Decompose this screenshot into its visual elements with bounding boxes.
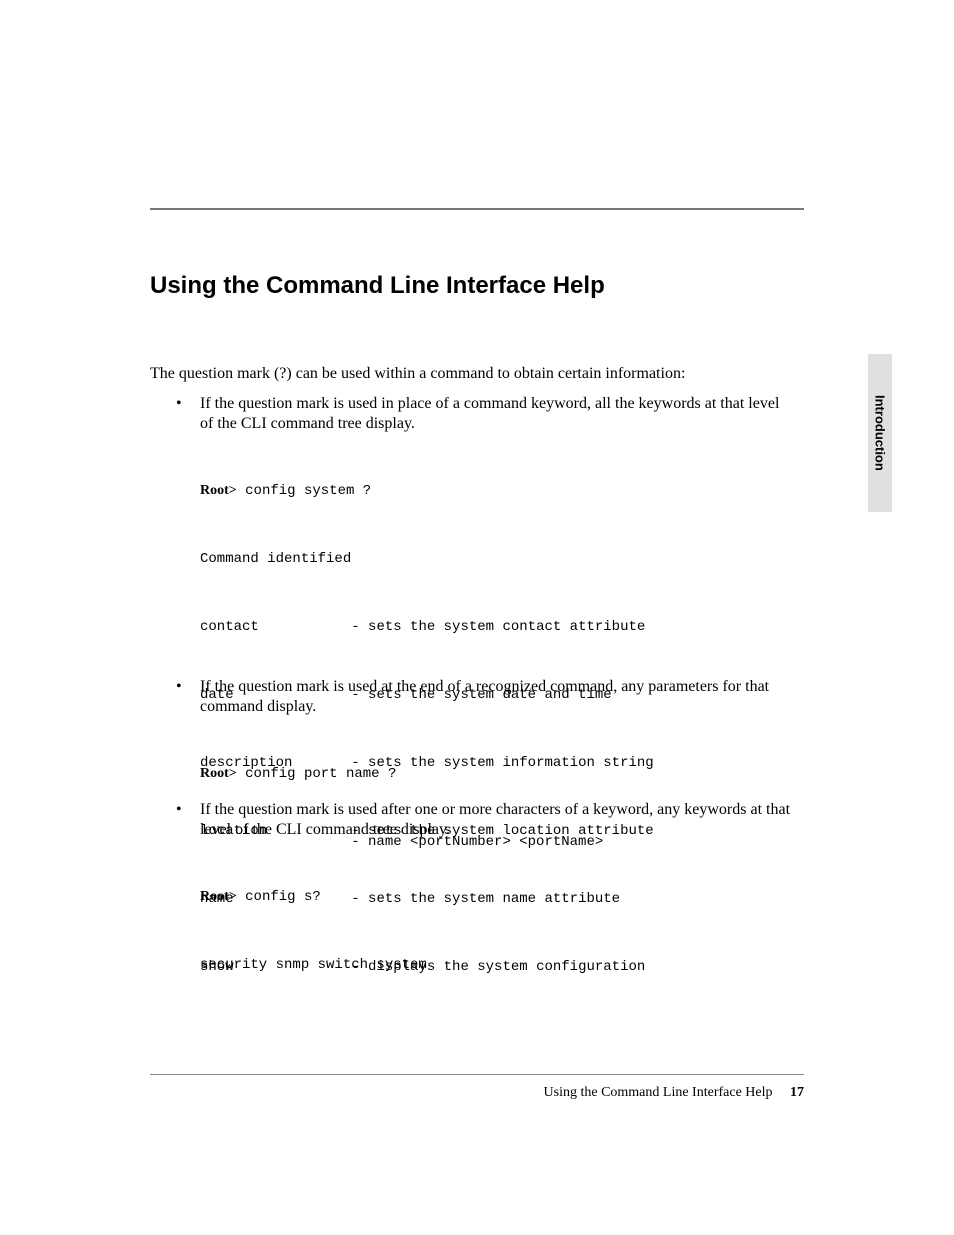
document-page: Using the Command Line Interface Help Th…	[0, 0, 954, 1235]
page-number: 17	[790, 1085, 804, 1100]
code-block-3: Root> config s? security snmp switch sys…	[200, 854, 794, 1008]
bullet-2-text: If the question mark is used at the end …	[200, 677, 794, 717]
section-tab: Introduction	[868, 354, 892, 512]
bullet-icon: •	[176, 800, 200, 840]
bottom-rule	[150, 1074, 804, 1075]
cli-output-line: Command identified	[200, 548, 794, 570]
section-tab-label: Introduction	[873, 395, 888, 471]
bullet-1-text: If the question mark is used in place of…	[200, 394, 794, 434]
top-rule	[150, 208, 804, 210]
intro-paragraph: The question mark (?) can be used within…	[150, 365, 794, 383]
page-heading: Using the Command Line Interface Help	[150, 272, 794, 300]
cli-prompt: Root>	[200, 483, 237, 498]
bullet-3-text: If the question mark is used after one o…	[200, 800, 794, 840]
bullet-icon: •	[176, 394, 200, 434]
page-footer: Using the Command Line Interface Help 17	[150, 1085, 804, 1101]
bullet-icon: •	[176, 677, 200, 717]
cli-output-line: security snmp switch system	[200, 954, 794, 976]
cli-prompt: Root>	[200, 766, 237, 781]
cli-command: config port name ?	[237, 766, 397, 782]
footer-title: Using the Command Line Interface Help	[544, 1085, 773, 1100]
cli-output-line: contact - sets the system contact attrib…	[200, 616, 794, 638]
cli-command: config system ?	[237, 483, 371, 499]
cli-prompt: Root>	[200, 889, 237, 904]
bullet-3: • If the question mark is used after one…	[176, 800, 794, 1008]
cli-command: config s?	[237, 889, 321, 905]
